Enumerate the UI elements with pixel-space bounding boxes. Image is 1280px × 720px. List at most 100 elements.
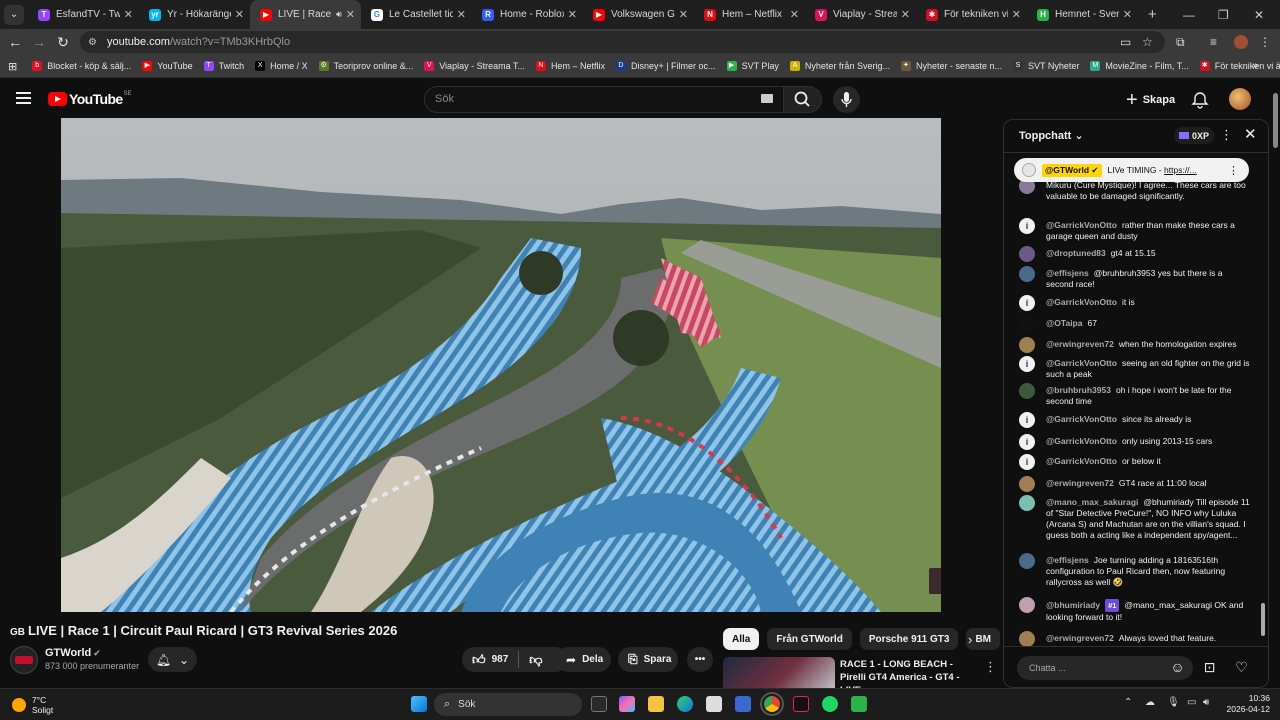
bookmark-13[interactable]: ✱För tekniken vi älska...	[1199, 61, 1280, 71]
profile-icon[interactable]	[1234, 29, 1248, 55]
reload-button[interactable]: ↻	[51, 34, 75, 51]
weather-widget[interactable]: 7°C Soligt	[12, 695, 53, 715]
channel-name[interactable]: GTWorld ✔	[45, 647, 101, 659]
tab-close-icon[interactable]: ✕	[1012, 8, 1021, 21]
tab-close-icon[interactable]: ✕	[901, 8, 910, 21]
info-avatar-icon[interactable]: i	[1019, 454, 1035, 470]
create-button[interactable]: + Skapa	[1118, 86, 1180, 113]
avatar[interactable]	[1019, 631, 1035, 647]
avatar[interactable]	[1019, 266, 1035, 282]
tab-close-icon[interactable]: ✕	[568, 8, 577, 21]
chat-menu-icon[interactable]: ⋮	[1220, 127, 1233, 143]
bookmark-11[interactable]: S SVT Nyheter	[1013, 61, 1079, 71]
chat-author[interactable]: @droptuned83	[1046, 248, 1106, 258]
filter-chip[interactable]: Porsche 911 GT3	[859, 628, 959, 650]
info-avatar-icon[interactable]: i	[1019, 295, 1035, 311]
tab-4[interactable]: R Home - Roblox ✕	[472, 0, 583, 29]
chrome-icon[interactable]	[760, 692, 784, 716]
tiktok-icon[interactable]	[793, 696, 809, 712]
info-avatar-icon[interactable]: i	[1019, 356, 1035, 372]
tab-close-icon[interactable]: ✕	[235, 8, 244, 21]
volume-icon[interactable]: 🔊︎	[1203, 697, 1209, 708]
bookmark-4[interactable]: ⚙ Teoriprov online &...	[318, 61, 413, 71]
bookmark-2[interactable]: T Twitch	[203, 61, 244, 71]
info-avatar-icon[interactable]: i	[1019, 434, 1035, 450]
video-menu-icon[interactable]: ⋮	[984, 659, 997, 675]
avatar[interactable]	[1019, 337, 1035, 353]
menu-icon[interactable]	[16, 91, 31, 105]
tab-close-icon[interactable]: ✕	[346, 8, 355, 21]
filter-chip[interactable]: Alla	[723, 628, 760, 650]
bookmark-3[interactable]: X Home / X	[255, 61, 308, 71]
spotify-icon[interactable]	[822, 696, 838, 712]
avatar[interactable]	[1019, 476, 1035, 492]
super-chat-icon[interactable]: ⊡	[1201, 659, 1218, 676]
xp-badge[interactable]: 0XP	[1174, 127, 1215, 144]
info-avatar-icon[interactable]: i	[1019, 412, 1035, 428]
chat-author[interactable]: @effisjens	[1046, 555, 1089, 565]
new-tab-button[interactable]: +	[1148, 6, 1157, 23]
microphone-tray-icon[interactable]: 🎙︎	[1167, 697, 1180, 708]
chat-author[interactable]: @bruhbruh3953	[1046, 385, 1111, 395]
search-input[interactable]: Sök	[424, 86, 784, 113]
tab-close-icon[interactable]: ✕	[1123, 8, 1132, 21]
share-button[interactable]: ➦ Dela	[556, 647, 611, 672]
chat-author[interactable]: @erwingreven72	[1046, 633, 1114, 643]
bookmark-7[interactable]: D Disney+ | Filmer oc...	[615, 61, 716, 71]
video-player[interactable]	[61, 118, 941, 612]
tab-7[interactable]: V Viaplay - Streama ✕	[805, 0, 916, 29]
tab-close-icon[interactable]: ✕	[790, 8, 799, 21]
window-close-icon[interactable]: ✕	[1254, 0, 1264, 29]
avatar[interactable]	[1019, 316, 1035, 332]
chat-author[interactable]: @OTaipa	[1046, 318, 1082, 328]
pinned-link[interactable]: https://...	[1164, 165, 1197, 175]
chat-input[interactable]: Chatta ...	[1017, 656, 1193, 680]
tab-2[interactable]: ▶ LIVE | Race 1 🔊︎ ✕	[250, 0, 361, 29]
game-app-icon[interactable]	[851, 696, 867, 712]
bookmark-0[interactable]: b Blocket - köp & sälj...	[32, 61, 131, 71]
extensions-icon[interactable]: ⧉	[1176, 29, 1185, 55]
bookmark-star-icon[interactable]: ☆	[1142, 29, 1153, 55]
tab-0[interactable]: T EsfandTV - Twitch ✕	[28, 0, 139, 29]
tray-overflow-icon[interactable]: ⌃	[1124, 697, 1132, 708]
chat-author[interactable]: @erwingreven72	[1046, 339, 1114, 349]
chat-author[interactable]: @erwingreven72	[1046, 478, 1114, 488]
more-actions-button[interactable]: •••	[687, 647, 713, 672]
avatar[interactable]	[1019, 495, 1035, 511]
cast-icon[interactable]: ▭	[1120, 29, 1131, 55]
keyboard-icon[interactable]	[761, 94, 773, 103]
task-view-icon[interactable]	[591, 696, 607, 712]
more-bookmarks-icon[interactable]: »	[1252, 60, 1258, 72]
tab-5[interactable]: ▶ Volkswagen Golf - ✕	[583, 0, 694, 29]
tab-close-icon[interactable]: ✕	[679, 8, 688, 21]
tab-close-icon[interactable]: ✕	[124, 8, 133, 21]
chip-scroll-right-icon[interactable]: ›	[968, 632, 972, 647]
chat-close-icon[interactable]: ✕	[1244, 125, 1257, 143]
file-explorer-icon[interactable]	[648, 696, 664, 712]
chat-scrollbar[interactable]	[1261, 603, 1265, 636]
emoji-icon[interactable]: ☺	[1169, 659, 1186, 676]
media-control-icon[interactable]: ≡	[1210, 29, 1217, 55]
edge-icon[interactable]	[677, 696, 693, 712]
tab-audio-icon[interactable]: 🔊︎	[336, 9, 342, 20]
cloud-icon[interactable]: ☁	[1145, 697, 1155, 708]
mail-icon[interactable]	[735, 696, 751, 712]
avatar[interactable]	[1019, 597, 1035, 613]
account-avatar[interactable]	[1229, 88, 1251, 110]
system-clock[interactable]: 10:36 2026-04-12	[1220, 693, 1270, 715]
tab-8[interactable]: ✱ För tekniken vi älsk ✕	[916, 0, 1027, 29]
chat-author[interactable]: @effisjens	[1046, 268, 1089, 278]
copilot-icon[interactable]	[619, 696, 635, 712]
chat-message-list[interactable]: Mikuru (Cure Mystique)! I agree... These…	[1004, 154, 1268, 648]
heart-icon[interactable]: ♡	[1233, 659, 1250, 676]
notifications-icon[interactable]	[1190, 90, 1210, 110]
pinned-menu-icon[interactable]: ⋮	[1228, 164, 1239, 177]
bookmark-5[interactable]: V Viaplay - Streama T...	[424, 61, 525, 71]
chat-author[interactable]: @GarrickVonOtto	[1046, 456, 1117, 466]
site-info-icon[interactable]: ⚙	[88, 37, 97, 48]
info-avatar-icon[interactable]: i	[1019, 218, 1035, 234]
page-scrollbar[interactable]	[1271, 78, 1280, 688]
recommended-video[interactable]: RACE 1 - LONG BEACH - Pirelli GT4 Americ…	[723, 657, 997, 696]
channel-watermark[interactable]	[929, 568, 941, 594]
forward-button[interactable]: →	[27, 34, 51, 50]
